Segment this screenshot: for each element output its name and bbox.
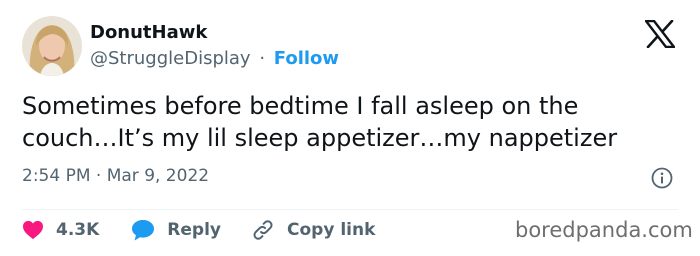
reply-label: Reply bbox=[167, 220, 221, 240]
action-bar: 4.3K Reply Copy link bbox=[22, 216, 375, 244]
tweet-timestamp[interactable]: 2:54 PM · Mar 9, 2022 bbox=[22, 166, 209, 186]
avatar[interactable] bbox=[22, 16, 82, 76]
x-logo-icon[interactable] bbox=[645, 20, 675, 48]
user-handle[interactable]: @StruggleDisplay bbox=[90, 48, 251, 69]
copy-link-button[interactable]: Copy link bbox=[251, 218, 375, 242]
follow-button[interactable]: Follow bbox=[274, 48, 339, 69]
tweet-text: Sometimes before bedtime I fall asleep o… bbox=[22, 90, 682, 154]
reply-button[interactable]: Reply bbox=[131, 219, 221, 241]
like-count: 4.3K bbox=[56, 220, 100, 240]
watermark: boredpanda.com bbox=[515, 218, 693, 242]
display-name[interactable]: DonutHawk bbox=[90, 22, 207, 43]
speech-bubble-icon bbox=[132, 220, 155, 241]
divider bbox=[22, 209, 678, 210]
tweet-text-line-2: couch…It’s my lil sleep appetizer…my nap… bbox=[22, 124, 618, 152]
avatar-image bbox=[22, 16, 82, 76]
like-button[interactable]: 4.3K bbox=[22, 220, 99, 240]
info-icon[interactable] bbox=[651, 167, 673, 189]
copy-link-label: Copy link bbox=[287, 220, 376, 240]
link-icon bbox=[253, 220, 273, 240]
tweet-card: DonutHawk @StruggleDisplay · Follow Some… bbox=[0, 0, 700, 256]
separator-dot: · bbox=[259, 48, 266, 69]
tweet-text-line-1: Sometimes before bedtime I fall asleep o… bbox=[22, 92, 579, 120]
heart-icon bbox=[23, 220, 43, 240]
handle-row: @StruggleDisplay · Follow bbox=[90, 48, 339, 69]
